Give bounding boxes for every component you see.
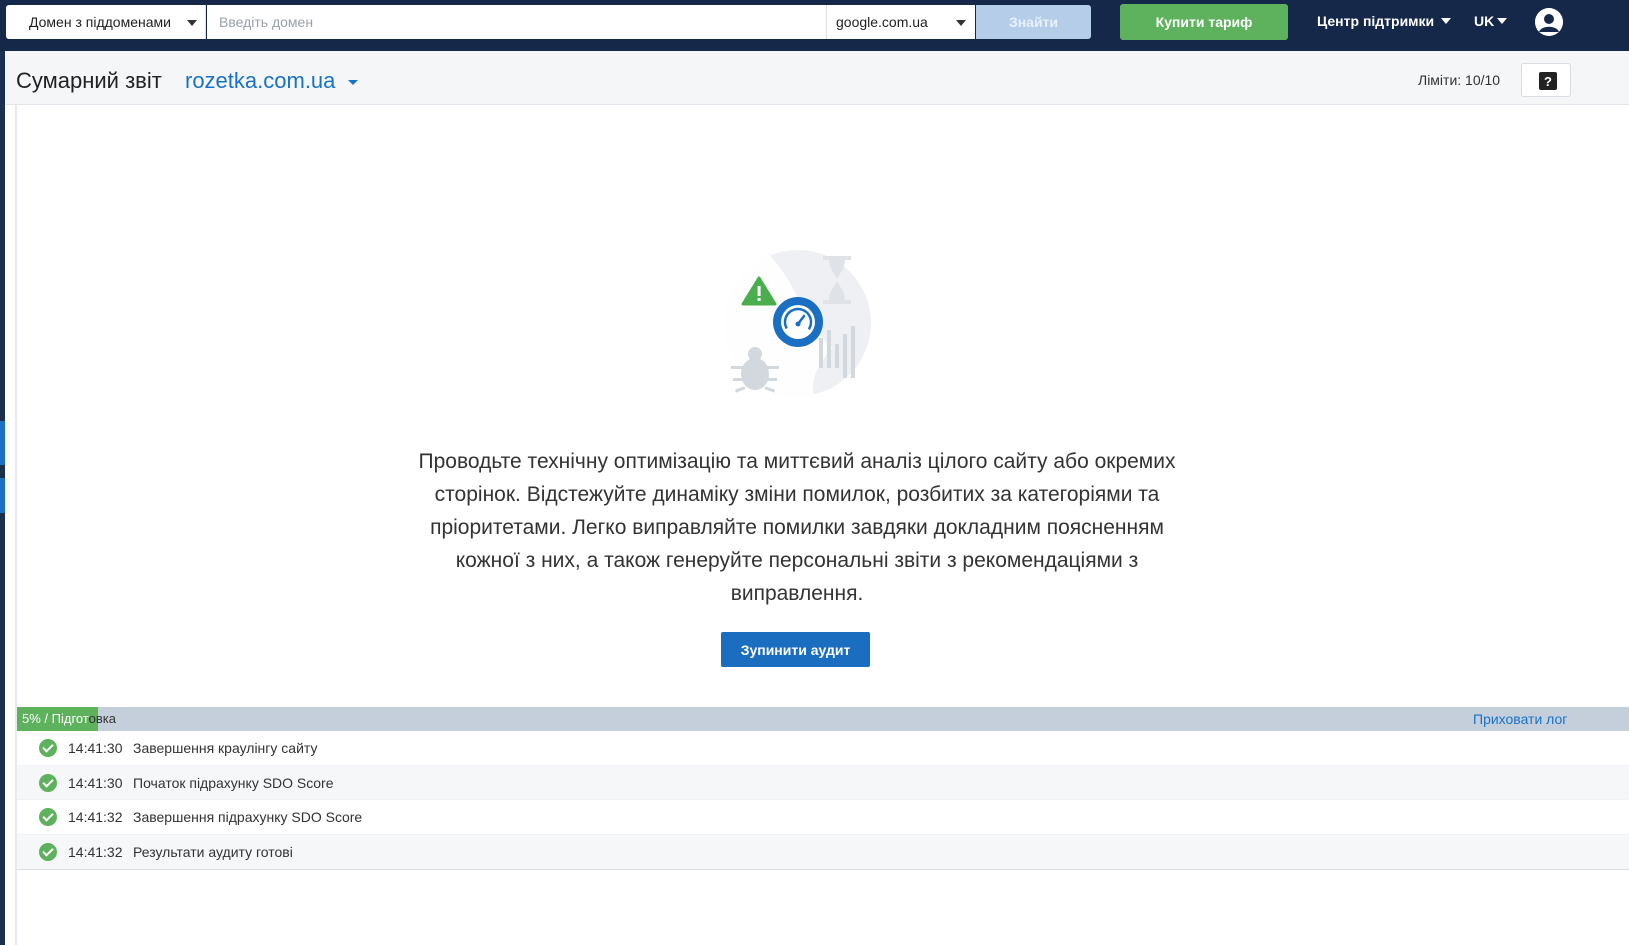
check-circle-icon — [39, 808, 57, 827]
language-label: UK — [1474, 13, 1495, 29]
main-panel: Проводьте технічну оптимізацію та миттєв… — [15, 105, 1629, 945]
stop-audit-button[interactable]: Зупинити аудит — [721, 632, 870, 667]
buy-plan-button[interactable]: Купити тариф — [1120, 4, 1288, 40]
log-message: Завершення підрахунку SDO Score — [133, 809, 363, 826]
sidebar-active-marker — [0, 421, 5, 465]
chevron-down-icon — [956, 20, 966, 26]
log-time: 14:41:32 — [68, 843, 123, 860]
project-domain-link[interactable]: rozetka.com.ua — [185, 68, 335, 94]
log-message: Результати аудиту готові — [133, 843, 293, 860]
question-icon: ? — [1539, 72, 1557, 90]
log-row: 14:41:32 Результати аудиту готові — [17, 835, 1629, 870]
search-engine-select[interactable]: google.com.ua — [826, 5, 975, 39]
support-center-label: Центр підтримки — [1317, 13, 1435, 29]
search-engine-label: google.com.ua — [836, 14, 928, 30]
support-center-menu[interactable]: Центр підтримки — [1317, 13, 1452, 29]
check-circle-icon — [39, 738, 57, 757]
domain-scope-label: Домен з піддоменами — [29, 14, 171, 30]
log-row: 14:41:30 Початок підрахунку SDO Score — [17, 765, 1629, 801]
hide-log-link[interactable]: Приховати лог — [1473, 711, 1567, 727]
check-circle-icon — [39, 842, 57, 861]
log-row: 14:41:32 Завершення підрахунку SDO Score — [17, 800, 1629, 836]
sidebar-active-marker — [0, 478, 5, 513]
domain-search-input[interactable] — [207, 5, 826, 39]
audit-log-list: 14:41:30 Завершення краулінгу сайту 14:4… — [17, 731, 1629, 870]
log-time: 14:41:32 — [68, 809, 123, 826]
audit-progress-bar: 5% / Підготовка Приховати лог — [17, 707, 1629, 731]
log-time: 14:41:30 — [68, 774, 123, 791]
audit-illustration — [723, 248, 873, 400]
chevron-down-icon — [1441, 18, 1452, 24]
chevron-down-icon — [1497, 18, 1508, 24]
domain-scope-select[interactable]: Домен з піддоменами — [6, 5, 206, 39]
audit-description: Проводьте технічну оптимізацію та миттєв… — [418, 450, 1176, 605]
speedometer-icon — [773, 297, 823, 347]
find-button[interactable]: Знайти — [976, 5, 1091, 39]
progress-status-text-tail: овка — [88, 711, 116, 726]
log-row: 14:41:30 Завершення краулінгу сайту — [17, 731, 1629, 766]
progress-status-text: 5% / Підгот — [22, 711, 89, 726]
progress-status: 5% / Підготовка — [22, 711, 116, 726]
chevron-down-icon — [187, 20, 197, 26]
log-message: Завершення краулінгу сайту — [133, 739, 318, 756]
limits-counter: Ліміти: 10/10 — [1418, 72, 1501, 88]
top-bar: Домен з піддоменами google.com.ua Знайти… — [0, 0, 1629, 51]
log-message: Початок підрахунку SDO Score — [133, 774, 334, 791]
log-time: 14:41:30 — [68, 739, 123, 756]
user-avatar-icon[interactable] — [1535, 8, 1563, 36]
page-title: Сумарний звіт — [16, 68, 162, 93]
chevron-down-icon[interactable] — [348, 80, 358, 85]
check-circle-icon — [39, 773, 57, 792]
help-button[interactable]: ? — [1521, 63, 1571, 97]
report-header: Сумарний звіт rozetka.com.ua Ліміти: 10/… — [5, 51, 1629, 105]
divider — [17, 869, 1629, 870]
language-selector[interactable]: UK — [1474, 13, 1508, 29]
